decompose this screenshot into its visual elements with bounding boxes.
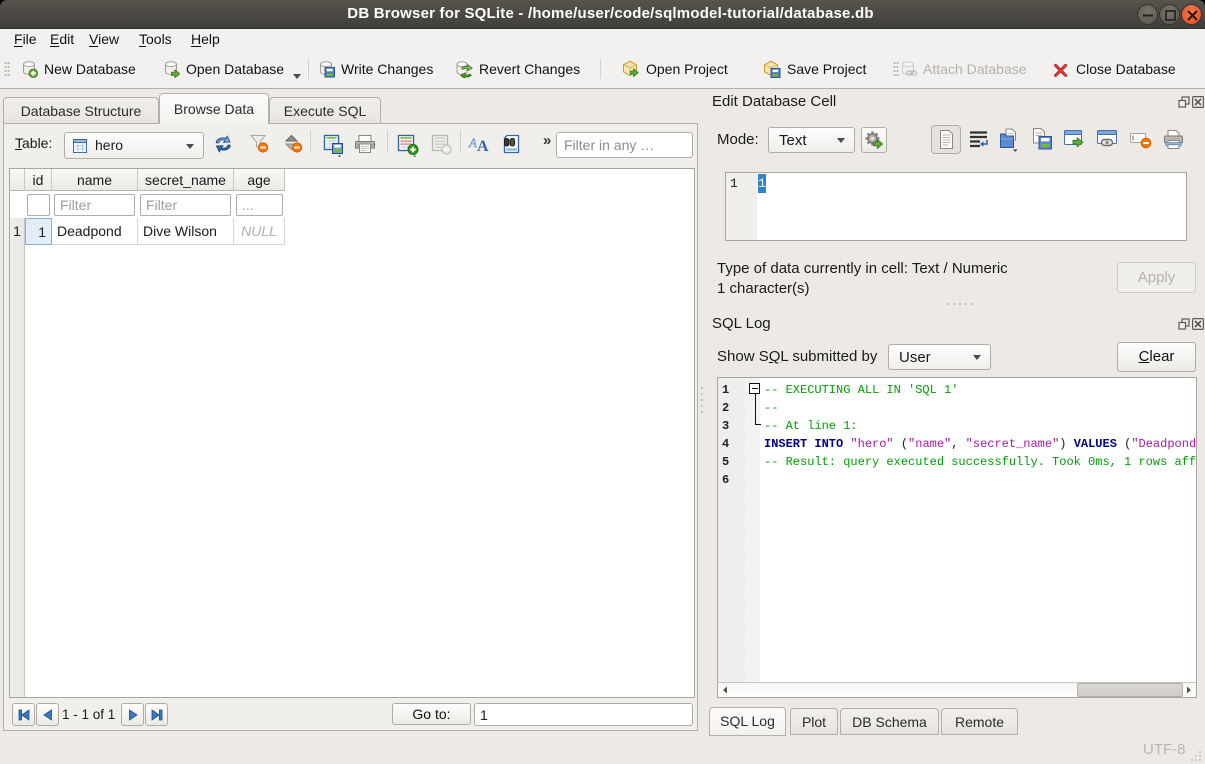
svg-text:A: A	[477, 138, 489, 155]
svg-text:A: A	[468, 135, 477, 150]
